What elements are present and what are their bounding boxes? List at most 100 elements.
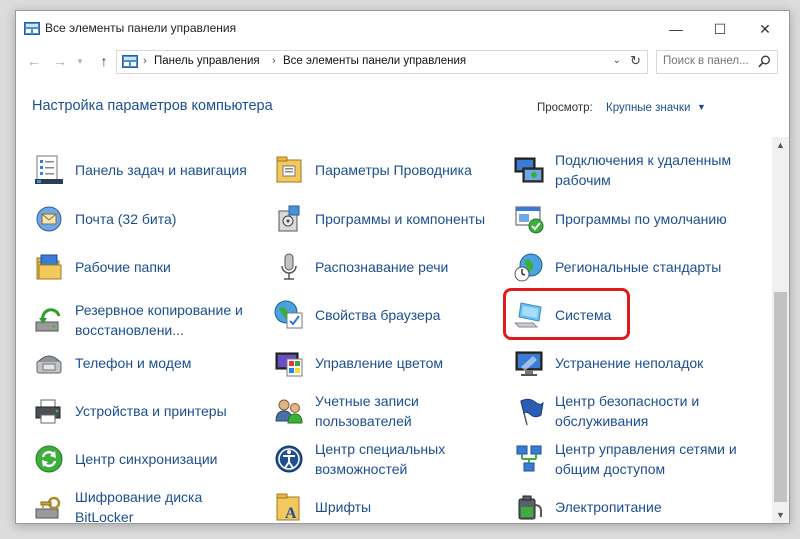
item-backup-restore[interactable]: Резервное копирование и восстановлени... [33, 293, 278, 347]
up-arrow-icon: ↑ [100, 53, 108, 69]
chevron-down-icon[interactable]: ▼ [697, 102, 706, 112]
scrollbar-thumb[interactable] [774, 292, 787, 502]
window-title: Все элементы панели управления [45, 21, 237, 35]
close-icon: ✕ [759, 20, 771, 37]
phone-modem-icon [36, 355, 62, 374]
view-by-label: Просмотр: [537, 102, 593, 114]
item-label: Распознавание речи [315, 259, 449, 275]
power-options-icon [518, 495, 542, 520]
item-taskbar-navigation[interactable]: Панель задач и навигация [33, 148, 268, 192]
chevron-down-icon: ▾ [77, 56, 83, 66]
item-region[interactable]: Региональные стандарты [513, 245, 763, 289]
item-label: Центр синхронизации [75, 451, 218, 467]
color-management-icon [275, 352, 303, 377]
item-label: Электропитание [555, 499, 662, 515]
printer-icon [35, 399, 61, 424]
item-label: Шрифты [315, 499, 372, 515]
breadcrumb-all-items[interactable]: Все элементы панели управления [283, 55, 466, 67]
security-flag-icon [520, 398, 544, 426]
item-devices-printers[interactable]: Устройства и принтеры [33, 389, 268, 433]
control-panel-window: Все элементы панели управления — ☐ ✕ ← →… [15, 10, 790, 524]
item-fonts[interactable]: A Шрифты [273, 485, 503, 523]
item-label: Почта (32 бита) [75, 211, 177, 227]
bitlocker-icon [35, 496, 61, 519]
item-label: Устройства и принтеры [75, 403, 227, 419]
maximize-button[interactable]: ☐ [698, 11, 742, 47]
item-sync-center[interactable]: Центр синхронизации [33, 437, 268, 481]
item-color-management[interactable]: Управление цветом [273, 341, 503, 385]
item-explorer-options[interactable]: Параметры Проводника [273, 148, 503, 192]
item-label: Резервное копирование и восстановлени... [75, 302, 243, 338]
search-input[interactable] [663, 53, 753, 69]
remote-desktop-icon [514, 157, 544, 183]
item-user-accounts[interactable]: Учетные записи пользователей [273, 389, 503, 433]
item-power-options[interactable]: Электропитание [513, 485, 763, 523]
user-accounts-icon [275, 399, 303, 424]
backup-icon [35, 308, 61, 332]
item-label: Шифрование диска BitLocker [75, 489, 203, 524]
refresh-icon[interactable]: ↻ [630, 53, 641, 69]
taskbar-icon [35, 155, 63, 184]
system-highlight-frame [503, 288, 630, 340]
back-button[interactable]: ← [26, 53, 42, 69]
title-bar: Все элементы панели управления — ☐ ✕ [16, 11, 789, 47]
item-label: Устранение неполадок [555, 355, 704, 371]
view-by-dropdown[interactable]: Крупные значки [606, 102, 690, 114]
troubleshooting-icon [515, 351, 543, 376]
internet-options-icon [274, 300, 303, 329]
vertical-scrollbar[interactable]: ▲ ▼ [772, 137, 789, 523]
item-speech-recognition[interactable]: Распознавание речи [273, 245, 503, 289]
recent-locations-button[interactable]: ▾ [72, 53, 88, 69]
scroll-down-icon[interactable]: ▼ [772, 507, 789, 523]
forward-button[interactable]: → [52, 53, 68, 69]
breadcrumb-separator-icon: › [272, 55, 276, 67]
breadcrumb-separator-icon: › [143, 55, 147, 67]
region-icon [514, 253, 543, 282]
item-label: Программы и компоненты [315, 211, 486, 227]
back-arrow-icon: ← [27, 53, 41, 69]
up-button[interactable]: ↑ [96, 53, 112, 69]
item-label: Учетные записи пользователей [315, 393, 419, 429]
item-label: Параметры Проводника [315, 162, 472, 178]
scroll-up-icon[interactable]: ▲ [772, 137, 789, 153]
breadcrumb-control-panel[interactable]: Панель управления [154, 55, 260, 67]
microphone-icon [281, 253, 297, 280]
forward-arrow-icon: → [53, 53, 67, 69]
minimize-button[interactable]: — [654, 11, 698, 47]
item-label: Центр специальных возможностей [315, 441, 446, 477]
control-panel-app-icon [24, 22, 40, 35]
search-box[interactable] [656, 50, 778, 74]
item-label: Свойства браузера [315, 307, 441, 323]
item-work-folders[interactable]: Рабочие папки [33, 245, 268, 289]
item-mail[interactable]: Почта (32 бита) [33, 197, 268, 241]
item-programs-features[interactable]: Программы и компоненты [273, 197, 503, 241]
item-remote-desktop[interactable]: Подключения к удаленным рабочим [513, 148, 763, 192]
item-internet-options[interactable]: Свойства браузера [273, 293, 503, 337]
item-bitlocker[interactable]: Шифрование диска BitLocker [33, 485, 268, 524]
accessibility-icon [275, 445, 303, 473]
page-title: Настройка параметров компьютера [32, 98, 273, 114]
item-troubleshooting[interactable]: Устранение неполадок [513, 341, 763, 385]
programs-icon [278, 205, 300, 232]
maximize-icon: ☐ [713, 20, 727, 37]
search-icon[interactable] [758, 55, 771, 68]
network-center-icon [516, 445, 542, 472]
item-phone-modem[interactable]: Телефон и модем [33, 341, 268, 385]
explorer-options-icon [276, 156, 302, 183]
mail-icon [36, 206, 62, 232]
address-bar[interactable]: › Панель управления › Все элементы панел… [116, 50, 648, 74]
work-folders-icon [36, 254, 62, 280]
item-label: Телефон и модем [75, 355, 192, 371]
address-dropdown-icon[interactable]: ⌄ [613, 55, 621, 66]
svg-text:A: A [285, 505, 297, 522]
item-security-maintenance[interactable]: Центр безопасности и обслуживания [513, 389, 763, 433]
item-default-programs[interactable]: Программы по умолчанию [513, 197, 763, 241]
close-button[interactable]: ✕ [743, 11, 787, 47]
item-label: Подключения к удаленным рабочим [555, 152, 732, 188]
item-network-sharing-center[interactable]: Центр управления сетями и общим доступом [513, 437, 763, 481]
item-ease-of-access[interactable]: Центр специальных возможностей [273, 437, 503, 481]
item-label: Программы по умолчанию [555, 211, 727, 227]
item-label: Региональные стандарты [555, 259, 722, 275]
item-label: Центр управления сетями и общим доступом [555, 441, 737, 477]
fonts-icon: A [276, 493, 300, 522]
